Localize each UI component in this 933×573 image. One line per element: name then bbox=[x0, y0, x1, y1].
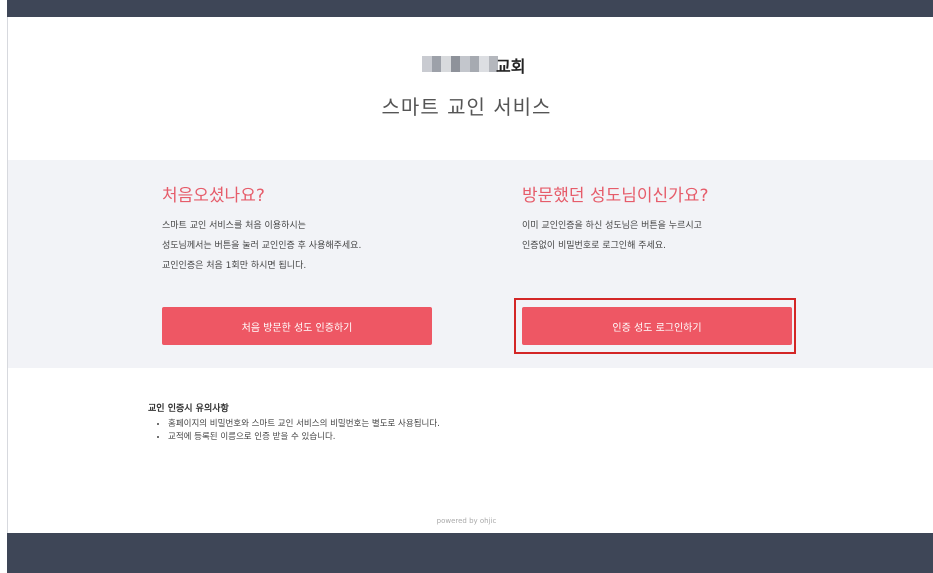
church-name: 교회 bbox=[496, 57, 526, 76]
note-item: 홈페이지의 비밀번호와 스마트 교인 서비스의 비밀번호는 별도로 사용됩니다. bbox=[168, 418, 440, 431]
service-title: 스마트 교인 서비스 bbox=[381, 95, 552, 119]
returning-description: 이미 교인인증을 하신 성도님은 버튼을 누르시고 인증없이 비밀번호로 로그인… bbox=[522, 221, 702, 251]
returning-title: 방문했던 성도님이신가요? bbox=[522, 186, 709, 206]
powered-by-text: powered by ohjic bbox=[436, 517, 497, 525]
first-visit-title: 처음오셨나요? bbox=[162, 186, 265, 206]
first-visit-description: 스마트 교인 서비스를 처음 이용하시는 성도님께서는 버튼을 눌러 교인인증 … bbox=[162, 221, 362, 271]
notes-list: 홈페이지의 비밀번호와 스마트 교인 서비스의 비밀번호는 별도로 사용됩니다.… bbox=[148, 418, 440, 444]
church-logo-mosaic bbox=[422, 56, 498, 72]
header bbox=[8, 17, 933, 160]
footer-bar bbox=[7, 533, 933, 573]
note-item: 교적에 등록된 이름으로 인증 받을 수 있습니다. bbox=[168, 431, 440, 444]
first-visit-auth-button[interactable]: 처음 방문한 성도 인증하기 bbox=[162, 307, 432, 345]
notes-section: 교인 인증시 유의사항 홈페이지의 비밀번호와 스마트 교인 서비스의 비밀번호… bbox=[148, 401, 440, 444]
top-bar bbox=[7, 0, 933, 17]
login-button-highlight bbox=[514, 298, 796, 354]
notes-title: 교인 인증시 유의사항 bbox=[148, 404, 229, 414]
